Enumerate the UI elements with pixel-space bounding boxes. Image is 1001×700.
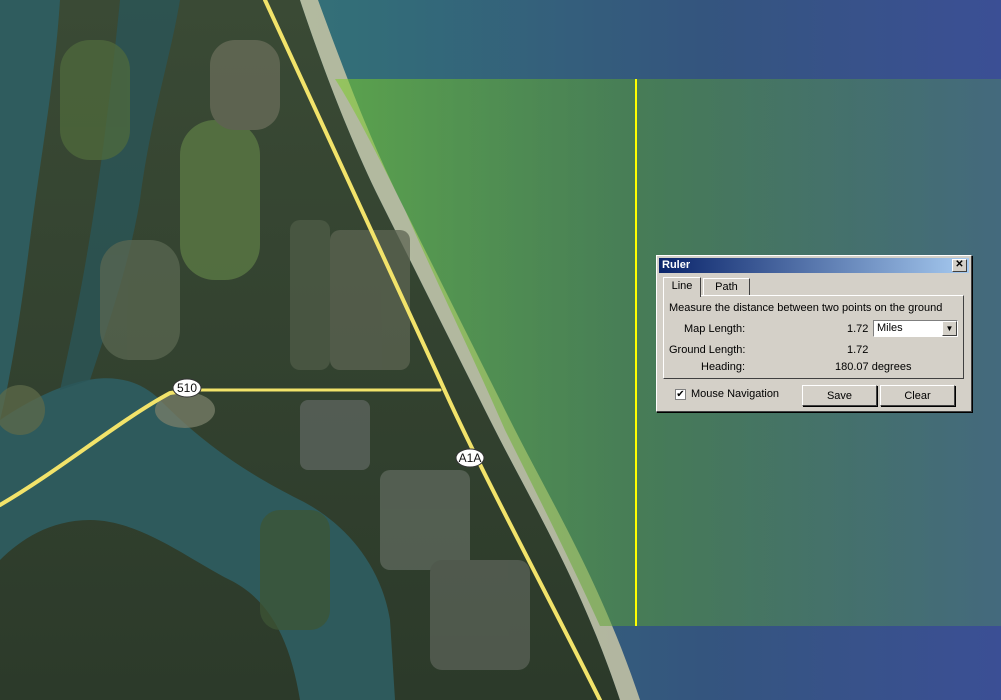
heading-label: Heading: xyxy=(701,361,746,373)
heading-value: 180.07 degrees xyxy=(835,361,912,373)
mouse-navigation-checkbox[interactable]: ✔ xyxy=(675,389,686,400)
road-shield-a1a: A1A xyxy=(455,448,485,468)
checkmark-icon: ✔ xyxy=(676,389,685,400)
unit-select[interactable]: Miles ▼ xyxy=(873,320,958,337)
save-button[interactable]: Save xyxy=(802,385,877,406)
ground-length-value: 1.72 xyxy=(847,344,869,356)
chevron-down-icon[interactable]: ▼ xyxy=(942,321,957,336)
ground-length-label: Ground Length: xyxy=(669,344,746,356)
road-label-a1a: A1A xyxy=(459,451,482,465)
mouse-navigation-label: Mouse Navigation xyxy=(691,388,780,400)
ruler-titlebar[interactable]: Ruler ✕ xyxy=(659,258,969,273)
close-icon: ✕ xyxy=(955,259,964,270)
tab-path[interactable]: Path xyxy=(703,278,750,296)
road-label-510: 510 xyxy=(177,381,197,395)
unit-select-value: Miles xyxy=(877,322,903,334)
ruler-dialog[interactable]: Ruler ✕ Line Path Measure the distance b… xyxy=(656,255,972,412)
clear-button[interactable]: Clear xyxy=(880,385,955,406)
close-button[interactable]: ✕ xyxy=(952,259,967,272)
map-length-value: 1.72 xyxy=(847,323,869,335)
instruction-text: Measure the distance between two points … xyxy=(669,302,943,314)
map-length-label: Map Length: xyxy=(684,323,746,335)
road-shield-510: 510 xyxy=(172,378,202,398)
tab-line[interactable]: Line xyxy=(663,277,701,297)
ruler-title: Ruler xyxy=(662,259,691,271)
